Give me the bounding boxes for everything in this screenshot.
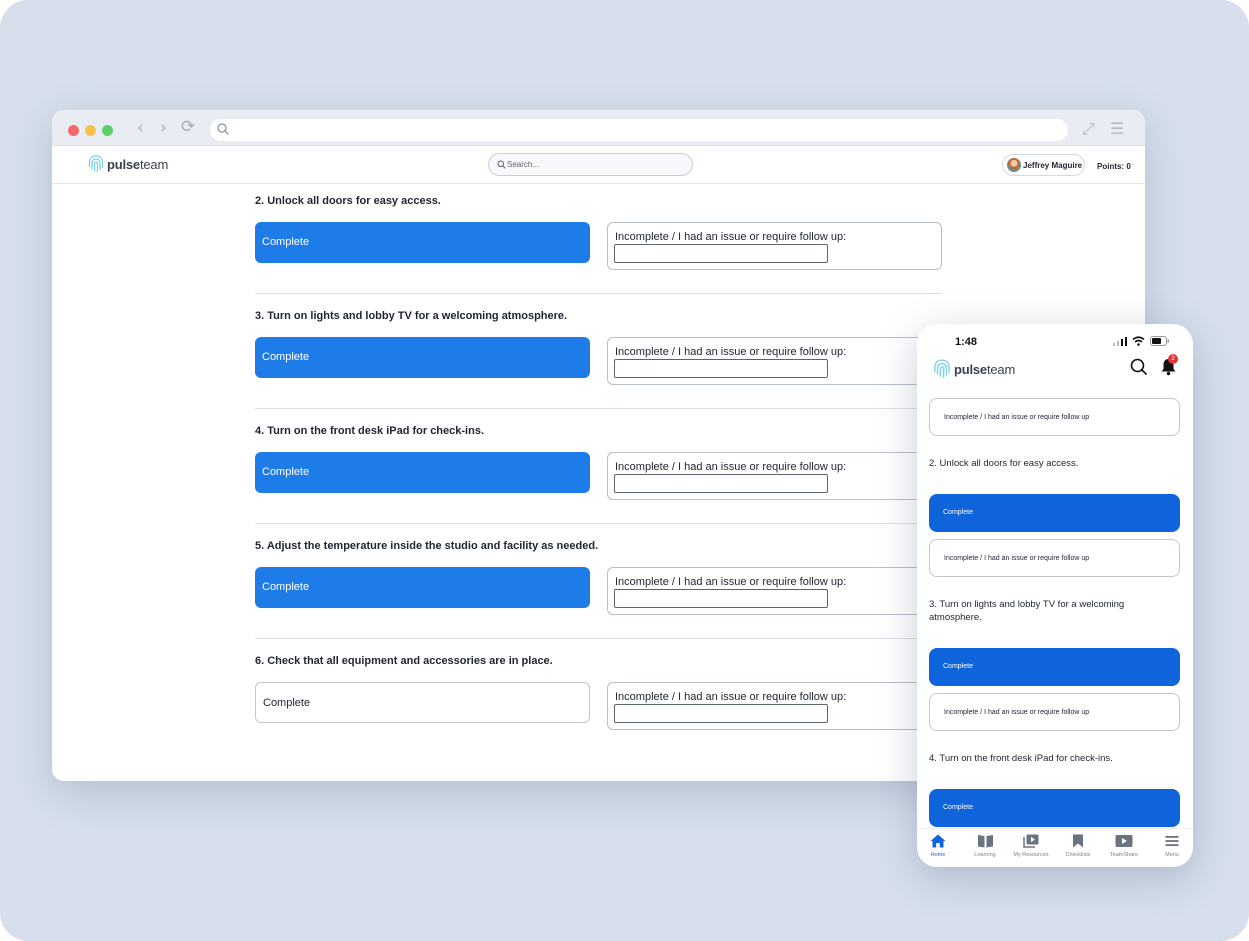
- tab-checklists[interactable]: Checklists: [1055, 834, 1101, 858]
- app-name: pulseteam: [954, 361, 1016, 377]
- divider: [255, 293, 942, 294]
- notification-badge: 2: [1168, 354, 1178, 364]
- incomplete-option[interactable]: Incomplete / I had an issue or require f…: [607, 222, 942, 270]
- tab-teamshare[interactable]: TeamShare: [1101, 834, 1147, 858]
- fingerprint-icon: [934, 359, 950, 378]
- browser-chrome: ‹ › ⟳ ⤢ ☰: [52, 110, 1145, 146]
- menu-icon: [1165, 836, 1179, 846]
- divider: [255, 408, 942, 409]
- incomplete-label: Incomplete / I had an issue or require f…: [615, 346, 847, 358]
- home-icon: [930, 834, 946, 848]
- tab-label: Learning: [974, 852, 996, 858]
- search-icon: [497, 160, 506, 169]
- resources-icon: [1023, 834, 1039, 848]
- incomplete-option[interactable]: Incomplete / I had an issue or require f…: [607, 337, 942, 385]
- checklist-item-title: 4. Turn on the front desk iPad for check…: [929, 753, 1113, 764]
- user-name: Jeffrey Maguire: [1023, 161, 1083, 170]
- divider: [255, 638, 942, 639]
- fingerprint-icon: [88, 155, 104, 172]
- followup-input[interactable]: [614, 359, 828, 378]
- points-counter: Points: 0: [1097, 162, 1131, 171]
- divider: [255, 523, 942, 524]
- tab-label: Menu: [1165, 852, 1179, 858]
- search-placeholder: Search...: [507, 160, 540, 169]
- incomplete-option[interactable]: Incomplete / I had an issue or require f…: [929, 539, 1180, 577]
- signal-icon: [1113, 336, 1127, 346]
- status-time: 1:48: [955, 336, 978, 348]
- checklist-item-title: 6. Check that all equipment and accessor…: [255, 655, 553, 667]
- followup-input[interactable]: [614, 244, 828, 263]
- complete-button[interactable]: Complete: [929, 648, 1180, 686]
- checklist-item-title: 5. Adjust the temperature inside the stu…: [255, 540, 599, 552]
- bottom-tab-bar: Home Learning My Resources Checklists Te…: [917, 828, 1193, 867]
- search-input[interactable]: Search...: [488, 153, 693, 176]
- checklist-item-title: 2. Unlock all doors for easy access.: [255, 195, 441, 207]
- maximize-window-dot[interactable]: [102, 125, 113, 136]
- app-header: pulseteam Search... Jeffrey Maguire Poin…: [52, 146, 1145, 184]
- video-icon: [1115, 835, 1133, 847]
- complete-button[interactable]: Complete: [255, 337, 590, 378]
- tab-my-resources[interactable]: My Resources: [1008, 834, 1054, 858]
- user-profile-chip[interactable]: Jeffrey Maguire: [1002, 154, 1085, 176]
- tab-label: My Resources: [1013, 852, 1049, 858]
- checklist-item-title: 3. Turn on lights and lobby TV for a wel…: [929, 599, 1125, 623]
- incomplete-option[interactable]: Incomplete / I had an issue or require f…: [929, 693, 1180, 731]
- complete-button[interactable]: Complete: [929, 494, 1180, 532]
- incomplete-label: Incomplete / I had an issue or require f…: [615, 231, 847, 243]
- address-search-icon: [217, 123, 230, 136]
- complete-button[interactable]: Complete: [255, 567, 590, 608]
- expand-icon[interactable]: ⤢: [1082, 119, 1095, 139]
- incomplete-option[interactable]: Incomplete / I had an issue or require f…: [607, 682, 942, 730]
- reload-icon[interactable]: ⟳: [181, 117, 195, 137]
- address-bar[interactable]: [210, 119, 1068, 141]
- tab-learning[interactable]: Learning: [962, 834, 1008, 858]
- wifi-icon: [1132, 336, 1145, 346]
- battery-icon: [1150, 336, 1169, 346]
- checklist-item-title: 3. Turn on lights and lobby TV for a wel…: [255, 310, 568, 322]
- incomplete-option[interactable]: Incomplete / I had an issue or require f…: [607, 567, 942, 615]
- checklist-item-title: 4. Turn on the front desk iPad for check…: [255, 425, 484, 437]
- tab-label: TeamShare: [1109, 852, 1139, 858]
- checklist-item-title: 2. Unlock all doors for easy access.: [929, 458, 1079, 469]
- followup-input[interactable]: [614, 474, 828, 493]
- phone-mockup: 1:48 pulseteam 2 Incomplete / I had an i…: [917, 324, 1193, 867]
- avatar: [1007, 158, 1021, 172]
- tab-menu[interactable]: Menu: [1149, 834, 1193, 858]
- complete-button[interactable]: Complete: [255, 682, 590, 723]
- back-arrow-icon[interactable]: ‹: [137, 118, 144, 138]
- search-icon[interactable]: [1130, 358, 1148, 376]
- tab-home[interactable]: Home: [917, 834, 961, 858]
- complete-button[interactable]: Complete: [255, 222, 590, 263]
- book-icon: [977, 835, 993, 848]
- close-window-dot[interactable]: [68, 125, 79, 136]
- incomplete-option[interactable]: Incomplete / I had an issue or require f…: [607, 452, 942, 500]
- incomplete-label: Incomplete / I had an issue or require f…: [615, 576, 847, 588]
- complete-button[interactable]: Complete: [929, 789, 1180, 827]
- pulseteam-logo[interactable]: pulseteam: [933, 358, 1015, 380]
- complete-button[interactable]: Complete: [255, 452, 590, 493]
- incomplete-label: Incomplete / I had an issue or require f…: [615, 461, 847, 473]
- forward-arrow-icon[interactable]: ›: [160, 118, 167, 138]
- pulseteam-logo[interactable]: pulseteam: [88, 154, 168, 174]
- bookmark-icon: [1073, 834, 1083, 848]
- followup-input[interactable]: [614, 704, 828, 723]
- followup-input[interactable]: [614, 589, 828, 608]
- minimize-window-dot[interactable]: [85, 125, 96, 136]
- browser-menu-icon[interactable]: ☰: [1110, 119, 1124, 138]
- tab-label: Home: [930, 852, 946, 858]
- incomplete-label: Incomplete / I had an issue or require f…: [615, 691, 847, 703]
- tab-label: Checklists: [1065, 852, 1091, 858]
- incomplete-option[interactable]: Incomplete / I had an issue or require f…: [929, 398, 1180, 436]
- app-name: pulseteam: [107, 156, 169, 172]
- status-icons: [1113, 336, 1170, 346]
